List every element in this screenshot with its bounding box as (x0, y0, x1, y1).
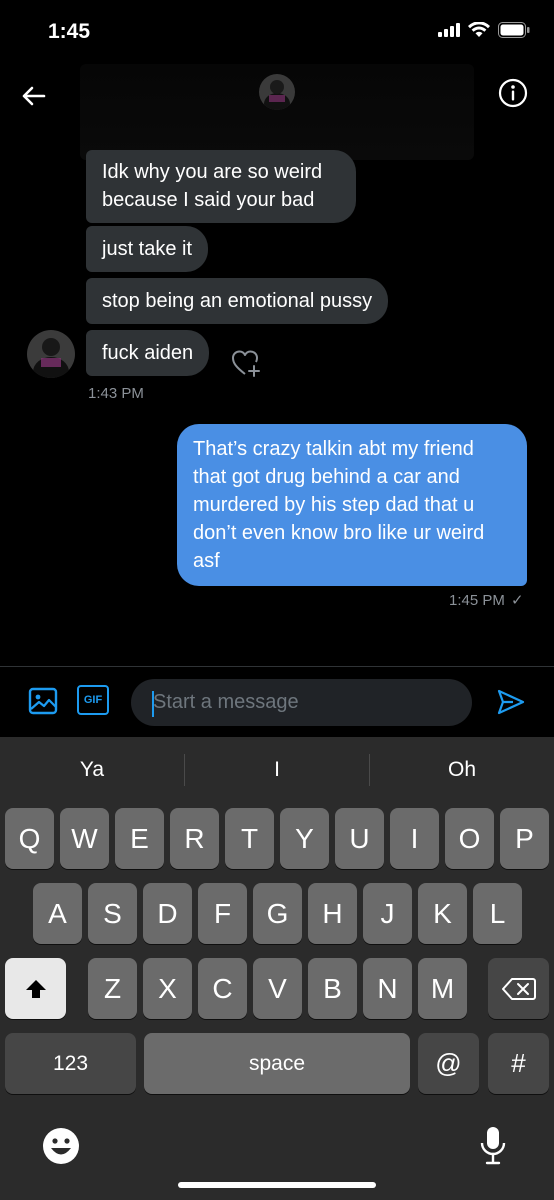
gif-label: GIF (83, 694, 103, 706)
key-s[interactable]: S (88, 883, 137, 944)
suggestion-item[interactable]: Ya (0, 758, 184, 782)
key-f[interactable]: F (198, 883, 247, 944)
suggestion-item[interactable]: I (185, 758, 369, 782)
message-timestamp: 1:45 PM ✓ (449, 591, 524, 609)
message-timestamp: 1:43 PM (88, 385, 144, 402)
key-a[interactable]: A (33, 883, 82, 944)
incoming-message[interactable]: fuck aiden (86, 330, 210, 376)
shift-key[interactable] (5, 958, 66, 1019)
avatar-image (259, 74, 295, 110)
key-m[interactable]: M (418, 958, 467, 1019)
key-r[interactable]: R (170, 808, 219, 869)
numbers-key[interactable]: 123 (5, 1033, 136, 1094)
emoji-icon[interactable] (42, 1127, 80, 1165)
avatar[interactable] (259, 74, 295, 110)
delete-key[interactable] (488, 958, 549, 1019)
key-y[interactable]: Y (280, 808, 329, 869)
space-key[interactable]: space (144, 1033, 410, 1094)
status-icons (438, 22, 530, 38)
key-i[interactable]: I (390, 808, 439, 869)
message-composer: GIF (0, 666, 554, 738)
cellular-signal-icon (438, 23, 460, 37)
status-time: 1:45 (48, 20, 91, 43)
key-t[interactable]: T (225, 808, 274, 869)
home-indicator[interactable] (178, 1182, 376, 1188)
key-q[interactable]: Q (5, 808, 54, 869)
key-c[interactable]: C (198, 958, 247, 1019)
key-e[interactable]: E (115, 808, 164, 869)
info-icon[interactable] (498, 78, 528, 108)
predictive-suggestions: Ya I Oh (0, 737, 554, 803)
avatar-image (27, 330, 75, 378)
conversation-header (0, 64, 554, 160)
back-arrow-icon[interactable] (16, 78, 52, 114)
outgoing-message[interactable]: That’s crazy talkin abt my friend that g… (177, 424, 527, 586)
key-x[interactable]: X (143, 958, 192, 1019)
text-caret (152, 691, 154, 717)
suggestion-item[interactable]: Oh (370, 758, 554, 782)
at-key[interactable]: @ (418, 1033, 479, 1094)
key-d[interactable]: D (143, 883, 192, 944)
key-o[interactable]: O (445, 808, 494, 869)
key-g[interactable]: G (253, 883, 302, 944)
gif-button[interactable]: GIF (77, 685, 109, 715)
image-icon[interactable] (27, 685, 59, 717)
wifi-icon (468, 22, 490, 37)
hash-key[interactable]: # (488, 1033, 549, 1094)
sent-check-icon: ✓ (511, 592, 524, 609)
incoming-message[interactable]: stop being an emotional pussy (86, 278, 389, 324)
incoming-message[interactable]: Idk why you are so weird because I said … (86, 150, 356, 223)
microphone-icon[interactable] (478, 1125, 508, 1167)
key-k[interactable]: K (418, 883, 467, 944)
key-p[interactable]: P (500, 808, 549, 869)
key-n[interactable]: N (363, 958, 412, 1019)
key-w[interactable]: W (60, 808, 109, 869)
status-bar: 1:45 (0, 0, 554, 64)
backspace-icon (501, 977, 536, 1000)
sender-avatar[interactable] (27, 330, 75, 378)
key-l[interactable]: L (473, 883, 522, 944)
message-input[interactable] (131, 679, 472, 726)
incoming-message[interactable]: just take it (86, 226, 209, 272)
key-v[interactable]: V (253, 958, 302, 1019)
battery-icon (498, 22, 530, 38)
key-h[interactable]: H (308, 883, 357, 944)
key-b[interactable]: B (308, 958, 357, 1019)
keyboard: Ya I Oh Q W E R T Y U I O P A S D F G H … (0, 737, 554, 1200)
key-z[interactable]: Z (88, 958, 137, 1019)
heart-add-reaction-icon[interactable] (230, 347, 262, 379)
key-j[interactable]: J (363, 883, 412, 944)
key-u[interactable]: U (335, 808, 384, 869)
send-icon[interactable] (496, 687, 526, 717)
timestamp-text: 1:45 PM (449, 592, 505, 609)
shift-arrow-icon (25, 979, 46, 998)
